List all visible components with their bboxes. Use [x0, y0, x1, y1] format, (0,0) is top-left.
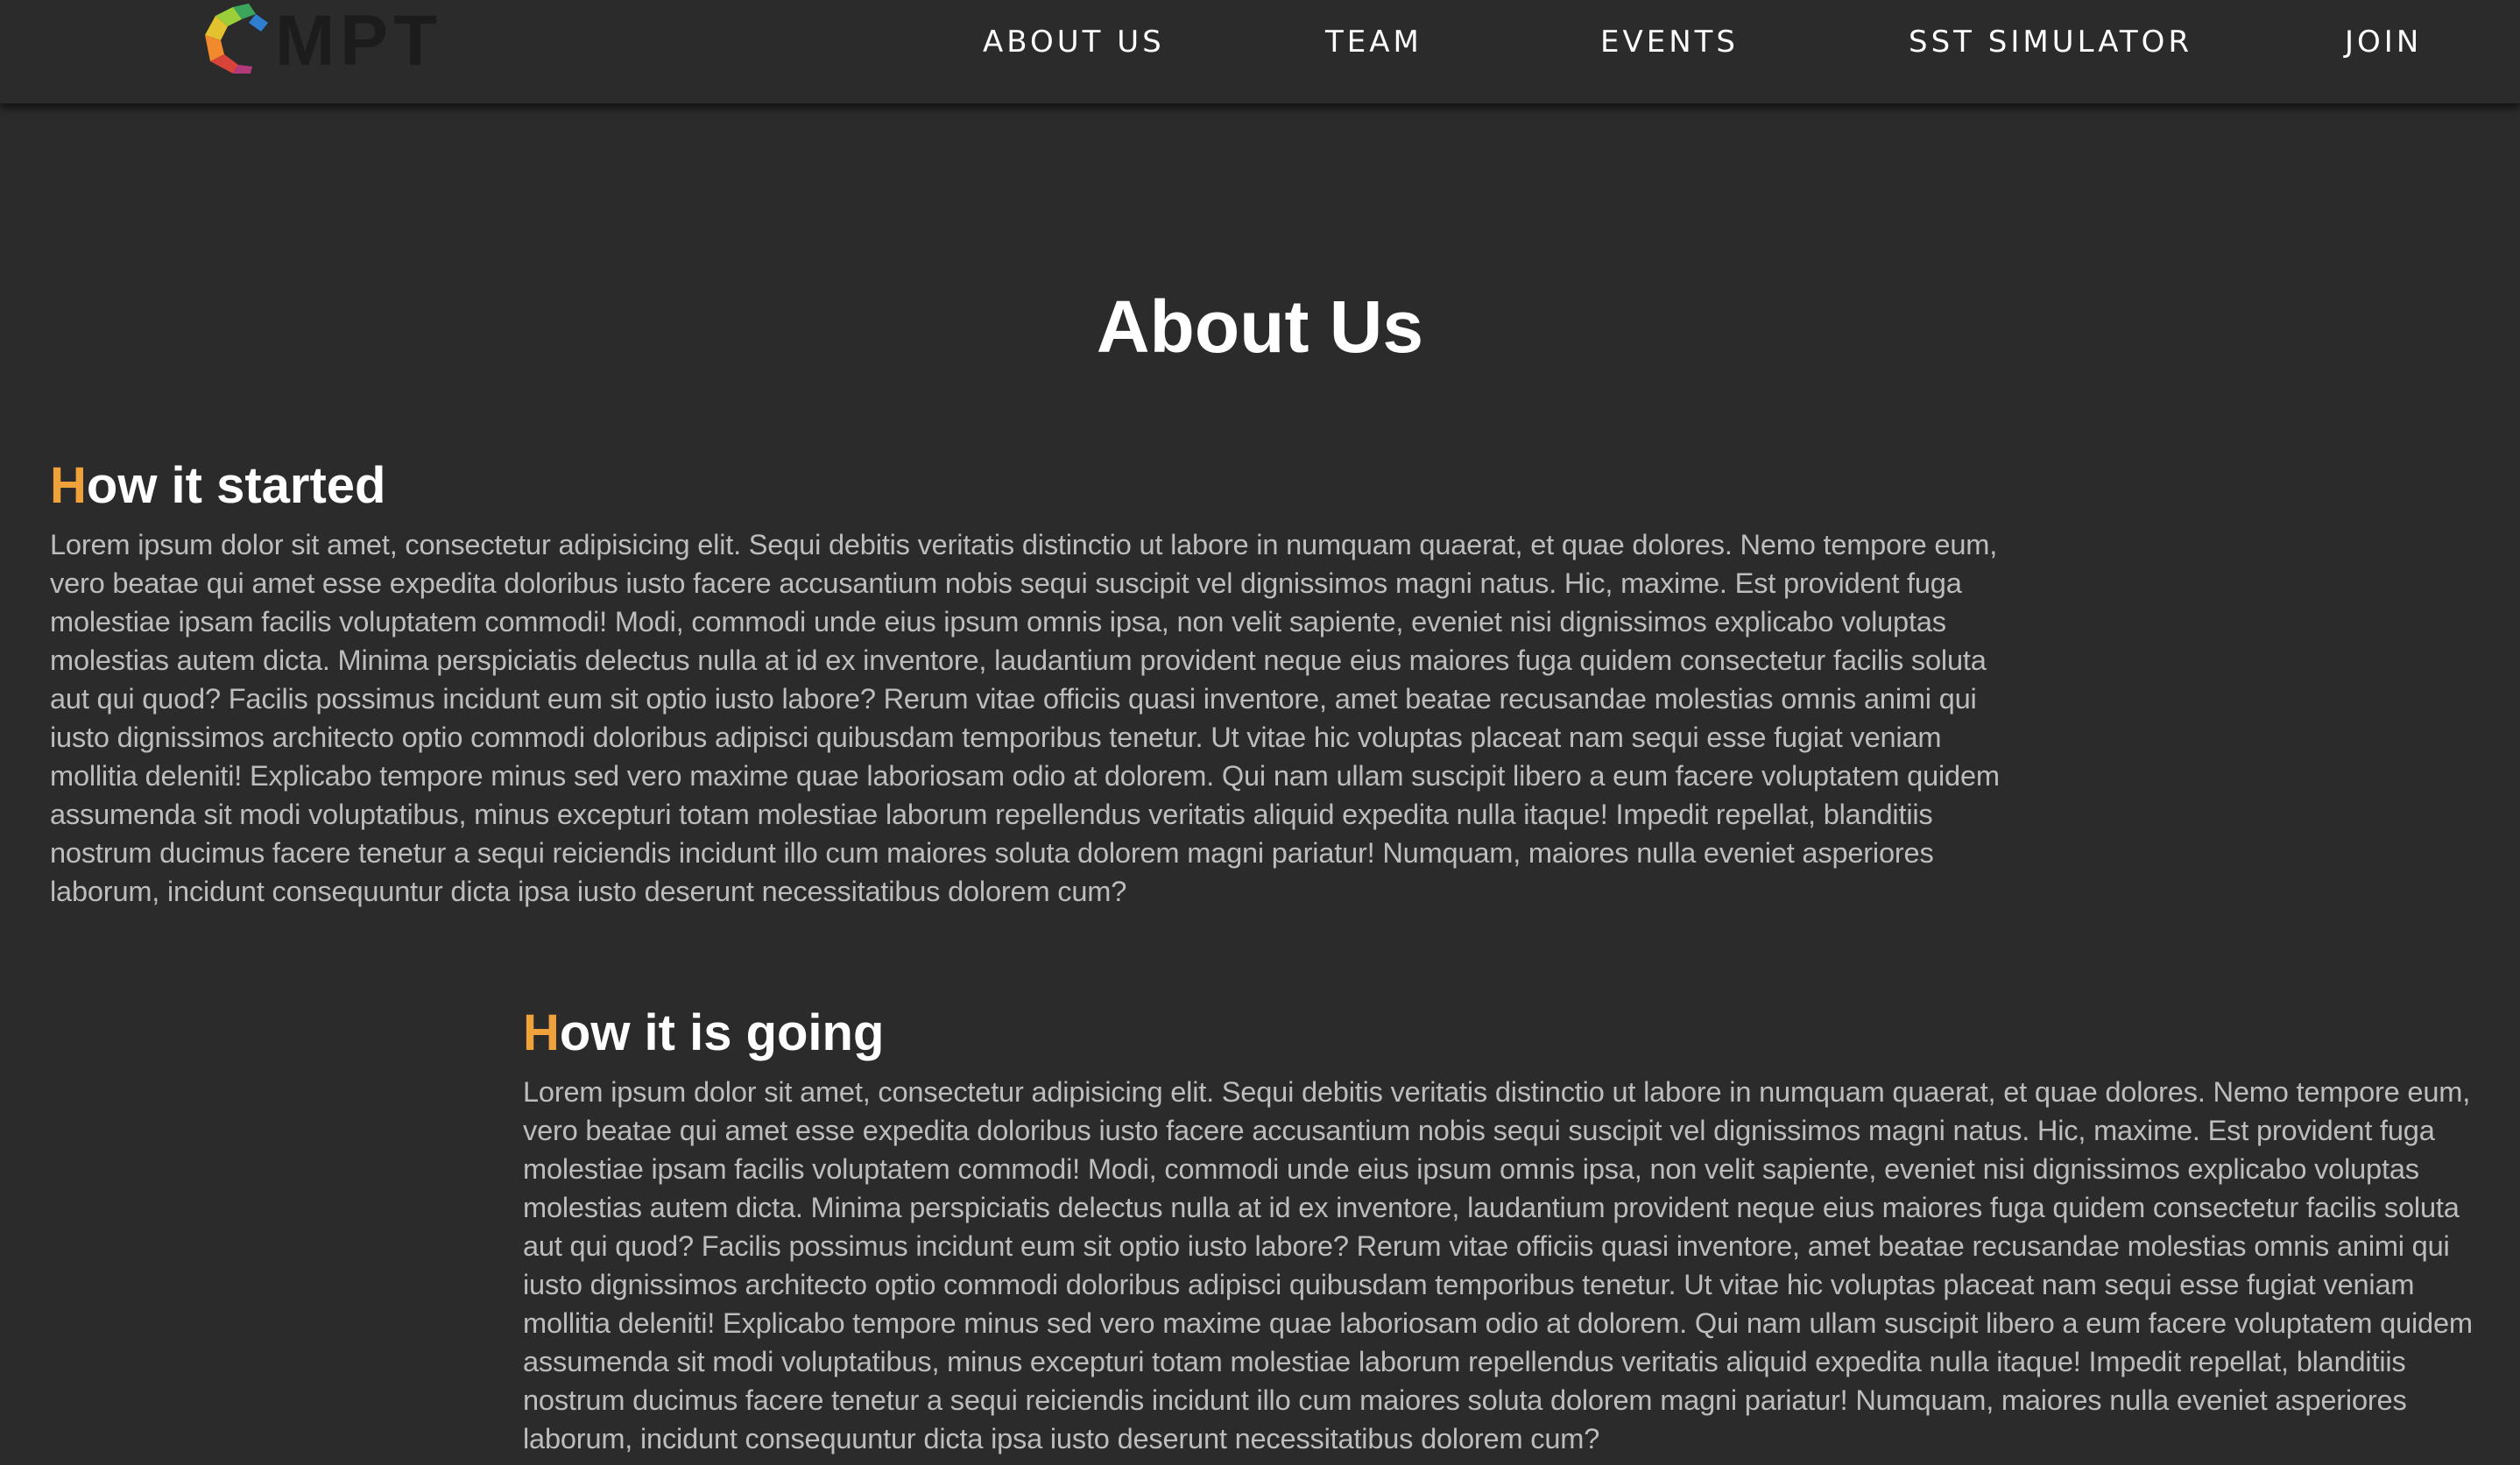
- section-how-it-is-going: How it is going Lorem ipsum dolor sit am…: [523, 1003, 2481, 1458]
- section-how-it-started: How it started Lorem ipsum dolor sit ame…: [50, 455, 2003, 911]
- nav-events[interactable]: EVENTS: [1600, 23, 1739, 61]
- main-nav: ABOUT US TEAM EVENTS SST SIMULATOR JOIN: [0, 0, 2520, 84]
- section-heading: How it is going: [523, 1003, 2481, 1064]
- nav-sst-simulator[interactable]: SST SIMULATOR: [1909, 23, 2192, 61]
- page-title: About Us: [1096, 285, 1424, 368]
- navbar: MPT ABOUT US TEAM EVENTS SST SIMULATOR J…: [0, 0, 2520, 103]
- heading-initial: H: [523, 1004, 560, 1061]
- section-body: Lorem ipsum dolor sit amet, consectetur …: [50, 528, 2000, 907]
- heading-rest: ow it is going: [559, 1004, 885, 1061]
- nav-about-us[interactable]: ABOUT US: [983, 23, 1165, 61]
- section-body: Lorem ipsum dolor sit amet, consectetur …: [523, 1075, 2473, 1454]
- section-heading: How it started: [50, 455, 2003, 517]
- nav-join[interactable]: JOIN: [2345, 23, 2422, 61]
- heading-initial: H: [50, 457, 87, 514]
- nav-team[interactable]: TEAM: [1325, 23, 1422, 61]
- heading-rest: ow it started: [86, 457, 386, 514]
